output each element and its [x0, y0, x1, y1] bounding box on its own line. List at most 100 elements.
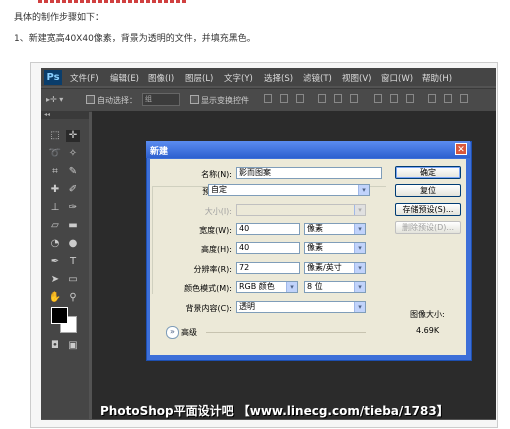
menu-image[interactable]: 图像(I): [148, 72, 174, 84]
save-preset-button[interactable]: 存储预设(S)...: [395, 203, 461, 216]
resolution-value: 72: [239, 263, 250, 272]
advanced-toggle-icon[interactable]: »: [166, 326, 179, 339]
path-selection-tool-icon[interactable]: ➤: [48, 274, 62, 286]
resolution-label: 分辨率(R):: [193, 265, 233, 274]
align-middle-icon[interactable]: [280, 94, 288, 103]
zoom-tool-icon[interactable]: ⚲: [66, 292, 80, 304]
align-bottom-icon[interactable]: [296, 94, 304, 103]
menu-file[interactable]: 文件(F): [70, 72, 99, 84]
reset-button[interactable]: 复位: [395, 184, 461, 197]
menu-select[interactable]: 选择(S): [264, 72, 293, 84]
name-value: 影而图案: [239, 168, 271, 177]
size-dropdown[interactable]: ▾: [236, 204, 366, 216]
marquee-tool-icon[interactable]: ⬚: [48, 130, 62, 142]
dialog-title-bar[interactable]: [146, 141, 470, 158]
menu-help[interactable]: 帮助(H): [422, 72, 452, 84]
background-contents-label: 背景内容(C):: [185, 304, 232, 313]
close-icon[interactable]: ✕: [455, 143, 467, 155]
height-value: 40: [239, 243, 250, 252]
move-tool-icon[interactable]: ✛: [66, 130, 80, 142]
move-tool-icon[interactable]: ▸✛ ▾: [46, 95, 63, 104]
align-center-icon[interactable]: [334, 94, 342, 103]
distribute-center-icon[interactable]: [444, 94, 452, 103]
eyedropper-tool-icon[interactable]: ✎: [66, 166, 80, 178]
shape-tool-icon[interactable]: ▭: [66, 274, 80, 286]
name-label: 名称(N):: [201, 170, 232, 179]
menu-edit[interactable]: 编辑(E): [110, 72, 139, 84]
lasso-tool-icon[interactable]: ➰: [48, 148, 62, 160]
advanced-divider: [206, 332, 366, 333]
watermark: PhotoShop平面设计吧 【www.linecg.com/tieba/178…: [100, 404, 449, 418]
menu-layer[interactable]: 图层(L): [185, 72, 213, 84]
preset-value: 自定: [211, 185, 227, 194]
top-link-fragment[interactable]: [38, 0, 188, 3]
blur-tool-icon[interactable]: ◔: [48, 238, 62, 250]
advanced-label: 高级: [181, 328, 197, 337]
history-brush-tool-icon[interactable]: ✑: [66, 202, 80, 214]
healing-brush-tool-icon[interactable]: ✚: [48, 184, 62, 196]
eraser-tool-icon[interactable]: ▱: [48, 220, 62, 232]
pen-tool-icon[interactable]: ✒: [48, 256, 62, 268]
auto-select-dropdown[interactable]: 组: [142, 93, 180, 106]
distribute-middle-icon[interactable]: [390, 94, 398, 103]
article-step-1: 1、新建宽高40X40像素，背景为透明的文件，并填充黑色。: [14, 34, 256, 44]
show-transform-checkbox[interactable]: [190, 95, 199, 104]
distribute-top-icon[interactable]: [374, 94, 382, 103]
distribute-bottom-icon[interactable]: [406, 94, 414, 103]
bit-depth-dropdown[interactable]: 8 位 ▾: [304, 281, 366, 293]
auto-select-checkbox[interactable]: [86, 95, 95, 104]
dialog-title: 新建: [150, 147, 169, 157]
chevron-down-icon: ▾: [354, 302, 365, 312]
ok-button[interactable]: 确定: [395, 166, 461, 179]
preset-dropdown[interactable]: 自定 ▾: [208, 184, 370, 196]
auto-select-value: 组: [145, 95, 152, 103]
color-mode-label: 颜色模式(M):: [184, 284, 232, 293]
width-unit-dropdown[interactable]: 像素 ▾: [304, 223, 366, 235]
gradient-tool-icon[interactable]: ▬: [66, 220, 80, 232]
quick-mask-icon[interactable]: ◘: [48, 340, 62, 352]
width-field[interactable]: 40: [236, 223, 300, 235]
align-top-icon[interactable]: [264, 94, 272, 103]
screen-mode-icon[interactable]: ▣: [66, 340, 80, 352]
magic-wand-tool-icon[interactable]: ✧: [66, 148, 80, 160]
show-transform-label: 显示变换控件: [201, 96, 249, 105]
toolbox-collapse-icon[interactable]: ◂◂: [41, 111, 89, 119]
resolution-unit-dropdown[interactable]: 像素/英寸 ▾: [304, 262, 366, 274]
image-size-value: 4.69K: [416, 326, 440, 335]
brush-tool-icon[interactable]: ✐: [66, 184, 80, 196]
height-unit-dropdown[interactable]: 像素 ▾: [304, 242, 366, 254]
chevron-down-icon: ▾: [354, 263, 365, 273]
color-mode-dropdown[interactable]: RGB 颜色 ▾: [236, 281, 298, 293]
auto-select-label: 自动选择：: [97, 96, 137, 105]
resolution-field[interactable]: 72: [236, 262, 300, 274]
bit-depth-value: 8 位: [307, 282, 323, 291]
menu-filter[interactable]: 滤镜(T): [303, 72, 332, 84]
align-left-icon[interactable]: [318, 94, 326, 103]
chevron-down-icon: ▾: [354, 282, 365, 292]
foreground-color-swatch-top[interactable]: [51, 307, 68, 324]
distribute-right-icon[interactable]: [460, 94, 468, 103]
distribute-left-icon[interactable]: [428, 94, 436, 103]
image-size-label: 图像大小:: [410, 310, 445, 319]
width-unit-value: 像素: [307, 224, 323, 233]
clone-stamp-tool-icon[interactable]: ⊥: [48, 202, 62, 214]
menu-view[interactable]: 视图(V): [342, 72, 371, 84]
menu-window[interactable]: 窗口(W): [381, 72, 413, 84]
height-field[interactable]: 40: [236, 242, 300, 254]
align-right-icon[interactable]: [350, 94, 358, 103]
photoshop-logo: Ps: [44, 70, 62, 85]
background-contents-value: 透明: [239, 302, 255, 311]
name-field[interactable]: 影而图案: [236, 167, 382, 179]
background-contents-dropdown[interactable]: 透明 ▾: [236, 301, 366, 313]
chevron-down-icon: ▾: [358, 185, 369, 195]
crop-tool-icon[interactable]: ⌗: [48, 166, 62, 178]
menu-type[interactable]: 文字(Y): [224, 72, 253, 84]
hand-tool-icon[interactable]: ✋: [48, 292, 62, 304]
chevron-down-icon: ▾: [354, 243, 365, 253]
delete-preset-button[interactable]: 删除预设(D)...: [395, 221, 461, 234]
type-tool-icon[interactable]: T: [66, 256, 80, 268]
dodge-tool-icon[interactable]: ●: [66, 238, 80, 250]
chevron-down-icon: ▾: [286, 282, 297, 292]
chevron-down-icon: ▾: [354, 224, 365, 234]
article-intro: 具体的制作步骤如下：: [14, 13, 105, 23]
